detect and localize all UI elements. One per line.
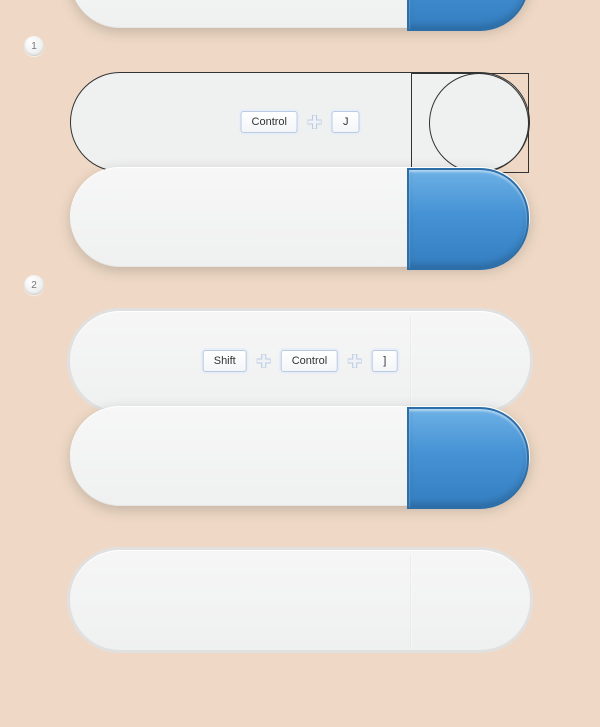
guide-circle	[429, 73, 529, 173]
plus-icon	[257, 354, 271, 368]
plus-icon	[308, 115, 322, 129]
step-badge: 1	[24, 36, 44, 56]
key-shift: Shift	[203, 350, 247, 372]
result-panel	[0, 478, 600, 727]
divider	[410, 554, 412, 646]
zoom-preview-bar	[70, 406, 530, 506]
divider	[410, 315, 412, 407]
key-control: Control	[281, 350, 338, 372]
plus-icon	[348, 354, 362, 368]
zoom-preview-bar	[70, 0, 530, 28]
outer-ring	[64, 544, 536, 656]
guide-divider	[411, 73, 412, 171]
shape-outline: Control J	[70, 72, 530, 172]
shape-soft: Shift Control ]	[70, 311, 530, 411]
zoom-preview-bar	[70, 167, 530, 267]
shortcut-row: Control J	[241, 111, 360, 133]
step-badge: 2	[24, 275, 44, 295]
key-control: Control	[241, 111, 298, 133]
key-bracket: ]	[372, 350, 397, 372]
key-j: J	[332, 111, 360, 133]
shape-soft-result	[70, 550, 530, 650]
shortcut-row: Shift Control ]	[203, 350, 398, 372]
